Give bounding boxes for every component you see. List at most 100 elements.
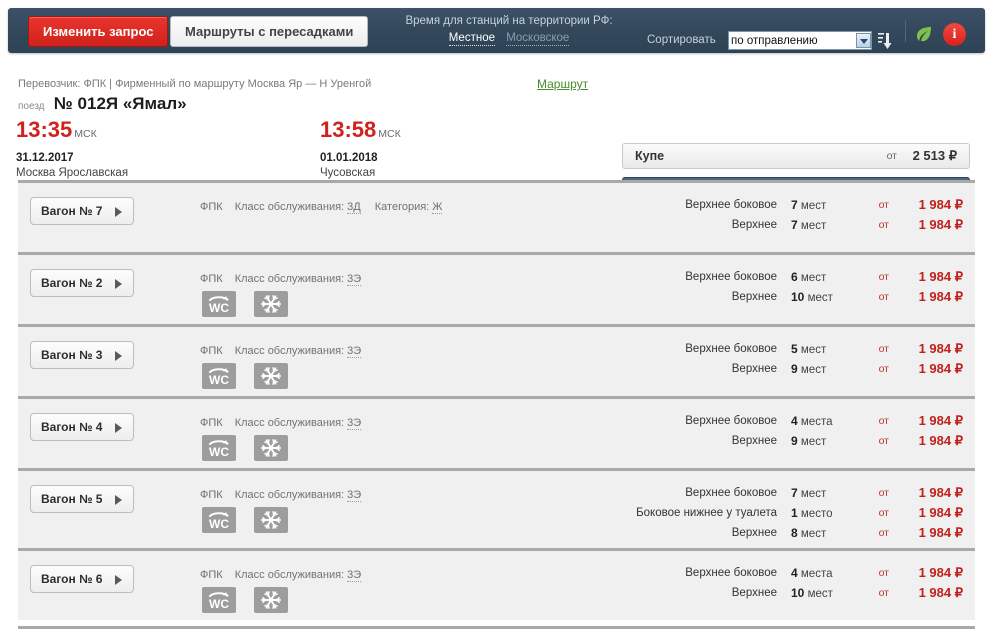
wagon-amenities: WC: [202, 435, 306, 461]
transfer-routes-button[interactable]: Маршруты с пересадками: [170, 16, 368, 47]
wagon-carrier: ФПК: [200, 569, 223, 581]
seat-price[interactable]: 1 984 ₽: [897, 431, 963, 451]
seat-count: 4 места: [791, 411, 863, 431]
arrival-block: 13:58МСК 01.01.2018 Чусовская: [320, 118, 401, 179]
seat-price[interactable]: 1 984 ₽: [897, 195, 963, 215]
wagon-carrier: ФПК: [200, 489, 223, 501]
route-link[interactable]: Маршрут: [537, 77, 588, 91]
service-class-value[interactable]: 3Э: [347, 569, 361, 582]
train-word-label: поезд: [18, 101, 45, 112]
seat-row: Верхнее8 местот1 984 ₽: [636, 523, 963, 543]
wagon-meta: ФПК Класс обслуживания: 3Э: [200, 417, 361, 429]
svg-text:WC: WC: [209, 597, 229, 611]
list-bottom-divider: [18, 626, 975, 629]
service-class-value[interactable]: 3Э: [347, 417, 361, 430]
seat-count: 7 мест: [791, 215, 863, 235]
wagon-row: Вагон № 4 ФПК Класс обслуживания: 3Э WC Верх…: [18, 396, 975, 468]
timezone-option-local[interactable]: Местное: [449, 32, 495, 46]
train-identity: поезд № 012Я «Ямал»: [18, 94, 187, 114]
service-class-label: Класс обслуживания:: [235, 417, 344, 429]
sort-direction-icon[interactable]: [878, 30, 894, 50]
wagon-list: Вагон № 7ФПККласс обслуживания: 3ДКатего…: [0, 180, 993, 620]
category-value[interactable]: Ж: [432, 201, 442, 214]
wagon-select-button[interactable]: Вагон № 3: [30, 341, 134, 369]
timezone-selector: Время для станций на территории РФ: Мест…: [393, 13, 625, 47]
wagon-amenities: WC: [202, 507, 306, 533]
svg-text:WC: WC: [209, 517, 229, 531]
seat-from-label: от: [863, 431, 897, 451]
wagon-row: Вагон № 7ФПККласс обслуживания: 3ДКатего…: [18, 180, 975, 252]
air-conditioning-icon[interactable]: [254, 291, 288, 317]
wagon-row: Вагон № 6ФПККласс обслуживания: 3ЭWCВерх…: [18, 548, 975, 620]
seat-count: 9 мест: [791, 431, 863, 451]
price-panel-kupe[interactable]: Купе от 2 513 ₽: [622, 143, 970, 169]
wagon-select-button[interactable]: Вагон № 4: [30, 413, 134, 441]
seat-from-label: от: [863, 503, 897, 523]
timezone-option-moscow[interactable]: Московское: [506, 32, 569, 46]
seat-type: Верхнее: [685, 359, 791, 379]
seat-from-label: от: [863, 483, 897, 503]
service-class-value[interactable]: 3Э: [347, 345, 361, 358]
service-class-value[interactable]: 3Э: [347, 273, 361, 286]
wagon-amenities: WC: [202, 291, 306, 317]
wc-icon[interactable]: WC: [202, 363, 236, 389]
seat-price[interactable]: 1 984 ₽: [897, 523, 963, 543]
departure-station: Москва Ярославская: [16, 167, 128, 179]
service-class-label: Класс обслуживания:: [235, 569, 344, 581]
sort-label: Сортировать: [647, 34, 716, 46]
wc-icon[interactable]: WC: [202, 587, 236, 613]
seat-price[interactable]: 1 984 ₽: [897, 267, 963, 287]
air-conditioning-icon[interactable]: [254, 363, 288, 389]
seat-from-label: от: [863, 411, 897, 431]
seat-price[interactable]: 1 984 ₽: [897, 563, 963, 583]
train-number: № 012Я «Ямал»: [54, 94, 187, 113]
service-class-value[interactable]: 3Э: [347, 489, 361, 502]
sort-select[interactable]: [728, 31, 872, 50]
seat-price[interactable]: 1 984 ₽: [897, 287, 963, 307]
seat-price[interactable]: 1 984 ₽: [897, 359, 963, 379]
carrier-line: Перевозчик: ФПК | Фирменный по маршруту …: [18, 78, 371, 90]
seat-row: Верхнее боковое6 местот1 984 ₽: [685, 267, 963, 287]
change-request-button[interactable]: Изменить запрос: [28, 16, 168, 47]
wagon-carrier: ФПК: [200, 417, 223, 429]
svg-text:WC: WC: [209, 373, 229, 387]
wagon-select-button[interactable]: Вагон № 5: [30, 485, 134, 513]
wagon-select-button[interactable]: Вагон № 6: [30, 565, 134, 593]
seat-availability-table: Верхнее боковое7 местот1 984 ₽Верхнее7 м…: [685, 195, 963, 235]
info-icon[interactable]: i: [943, 23, 966, 46]
air-conditioning-icon[interactable]: [254, 587, 288, 613]
seat-price[interactable]: 1 984 ₽: [897, 483, 963, 503]
wagon-row: Вагон № 3ФПККласс обслуживания: 3ЭWCВерх…: [18, 324, 975, 396]
seat-count: 7 мест: [791, 483, 863, 503]
seat-price[interactable]: 1 984 ₽: [897, 339, 963, 359]
wagon-label: Вагон № 4: [41, 414, 102, 440]
arrival-date: 01.01.2018: [320, 152, 401, 164]
seat-type: Верхнее боковое: [685, 411, 791, 431]
seat-price[interactable]: 1 984 ₽: [897, 503, 963, 523]
chevron-right-icon: [115, 495, 122, 505]
seat-type: Верхнее: [636, 523, 791, 543]
seat-count: 9 мест: [791, 359, 863, 379]
departure-date: 31.12.2017: [16, 152, 128, 164]
wc-icon[interactable]: WC: [202, 435, 236, 461]
seat-row: Боковое нижнее у туалета1 местоот1 984 ₽: [636, 503, 963, 523]
air-conditioning-icon[interactable]: [254, 507, 288, 533]
wagon-row: Вагон № 5ФПККласс обслуживания: 3ЭWCВерх…: [18, 468, 975, 548]
seat-count: 10 мест: [791, 583, 863, 603]
service-class-value[interactable]: 3Д: [347, 201, 361, 214]
seat-price[interactable]: 1 984 ₽: [897, 583, 963, 603]
wagon-select-button[interactable]: Вагон № 7: [30, 197, 134, 225]
seat-from-label: от: [863, 195, 897, 215]
svg-text:WC: WC: [209, 301, 229, 315]
seat-type: Верхнее: [685, 287, 791, 307]
wagon-carrier: ФПК: [200, 273, 223, 285]
wc-icon[interactable]: WC: [202, 507, 236, 533]
air-conditioning-icon[interactable]: [254, 435, 288, 461]
leaf-icon[interactable]: [914, 24, 934, 44]
service-class-label: Класс обслуживания:: [235, 273, 344, 285]
wc-icon[interactable]: WC: [202, 291, 236, 317]
seat-price[interactable]: 1 984 ₽: [897, 411, 963, 431]
chevron-right-icon: [115, 207, 122, 217]
seat-price[interactable]: 1 984 ₽: [897, 215, 963, 235]
wagon-select-button[interactable]: Вагон № 2: [30, 269, 134, 297]
